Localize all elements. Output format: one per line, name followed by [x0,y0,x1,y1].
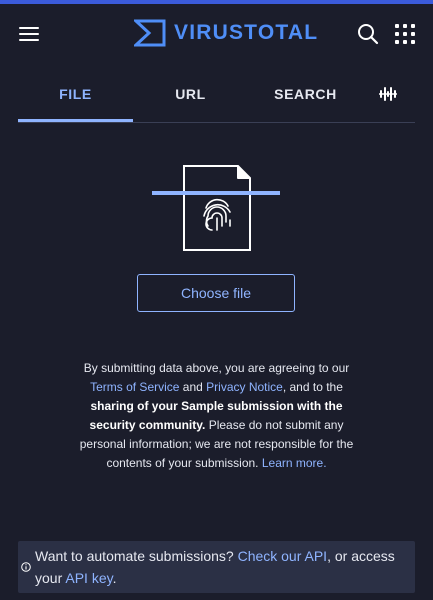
api-key-link[interactable]: API key [65,570,112,586]
apps-grid-icon[interactable] [395,24,415,44]
disclaimer-text: By submitting data above, you are agreei… [83,361,350,375]
tab-voice[interactable] [373,80,403,120]
privacy-notice-link[interactable]: Privacy Notice [206,380,283,394]
search-icon[interactable] [357,23,379,45]
app-header: VIRUSTOTAL [0,4,433,62]
api-banner-text: Want to automate submissions? Check our … [35,545,410,589]
check-api-link[interactable]: Check our API [238,548,328,564]
tab-file[interactable]: FILE [18,80,133,122]
brand-logo[interactable]: VIRUSTOTAL [134,17,318,49]
choose-file-button[interactable]: Choose file [137,274,295,312]
brand-name: VIRUSTOTAL [174,21,319,44]
banner-text: . [112,570,117,586]
disclaimer-text: , and to the [282,380,343,394]
api-info-banner: Want to automate submissions? Check our … [18,541,415,593]
tab-search[interactable]: SEARCH [248,80,363,120]
virustotal-upload-page: VIRUSTOTAL FILE URL SEARCH Choose file B… [0,0,433,600]
submission-disclaimer: By submitting data above, you are agreei… [70,359,363,473]
tab-url[interactable]: URL [133,80,248,120]
hamburger-menu-icon[interactable] [19,27,39,41]
virustotal-sigma-logo [134,19,166,47]
info-icon [21,562,31,572]
disclaimer-text: and [179,380,207,394]
submission-tabs: FILE URL SEARCH [18,80,415,123]
terms-of-service-link[interactable]: Terms of Service [90,380,179,394]
learn-more-link[interactable]: Learn more. [262,456,327,470]
fingerprint-document-icon [152,165,280,251]
voice-waveform-icon [379,87,397,101]
banner-text: Want to automate submissions? [35,548,238,564]
